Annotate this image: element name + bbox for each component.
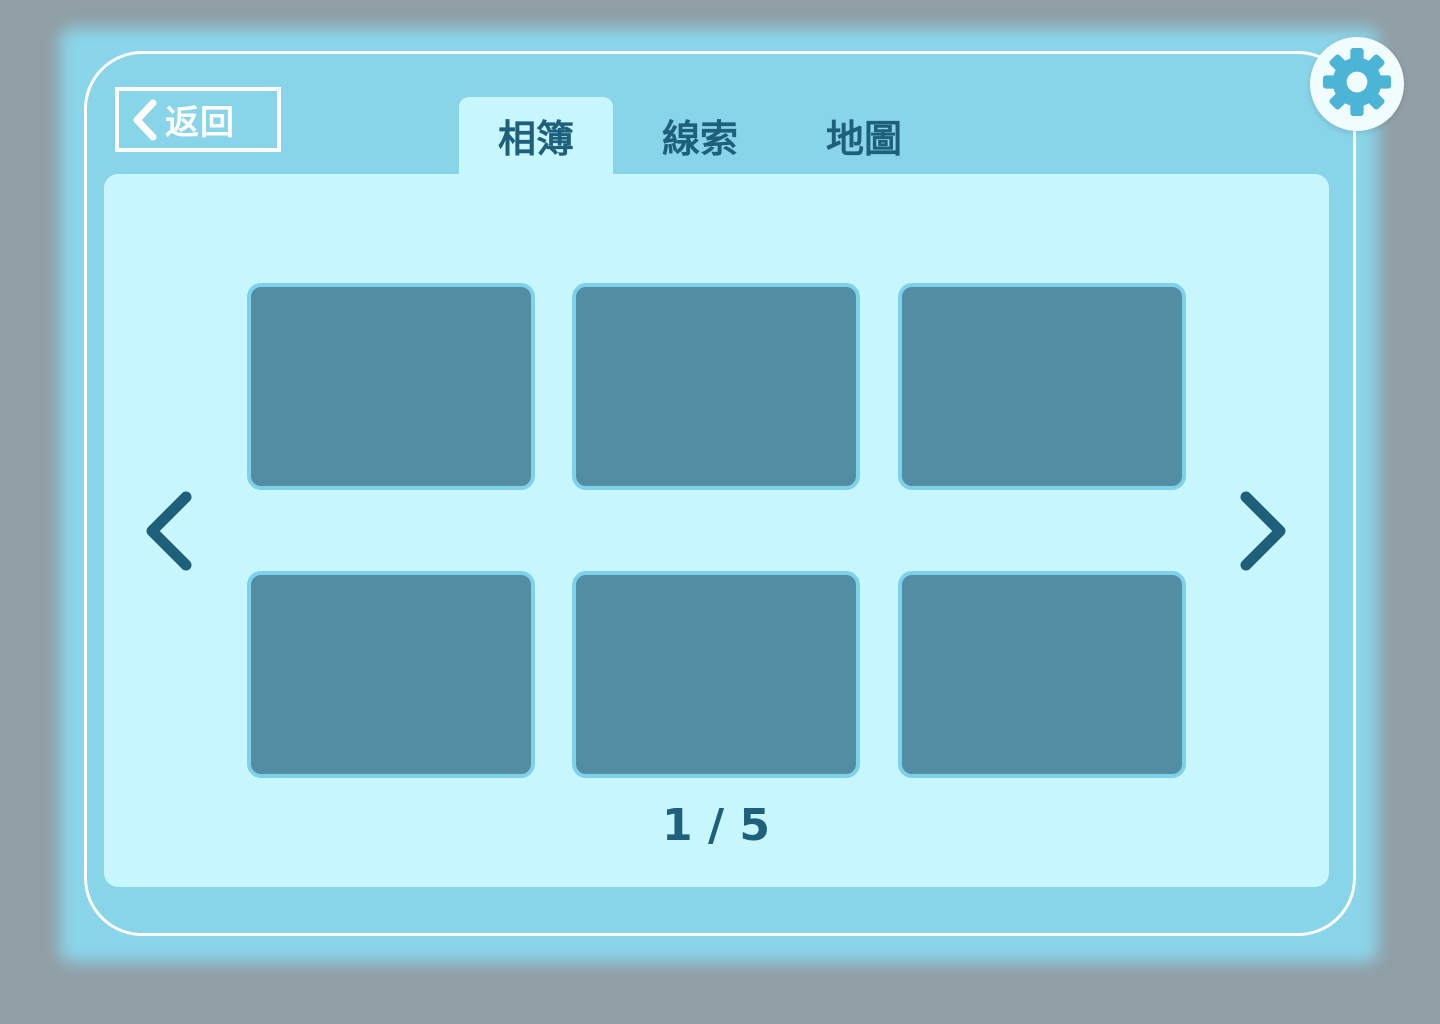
chevron-left-icon <box>140 491 200 578</box>
album-thumbnail-6[interactable] <box>898 571 1186 778</box>
chevron-left-icon <box>131 99 159 141</box>
tab-bar: 相簿 線索 地圖 <box>459 97 951 177</box>
album-thumbnail-3[interactable] <box>898 283 1186 490</box>
settings-button[interactable] <box>1310 37 1404 131</box>
album-thumbnail-4[interactable] <box>247 571 535 778</box>
prev-page-button[interactable] <box>140 488 200 578</box>
chevron-right-icon <box>1232 491 1292 578</box>
back-button-label: 返回 <box>165 103 235 143</box>
gear-icon <box>1320 45 1394 123</box>
album-thumbnail-1[interactable] <box>247 283 535 490</box>
next-page-button[interactable] <box>1232 488 1292 578</box>
tab-clues[interactable]: 線索 <box>623 97 777 177</box>
back-button[interactable]: 返回 <box>115 87 281 152</box>
album-content <box>104 174 1329 887</box>
album-thumbnail-2[interactable] <box>572 283 860 490</box>
album-thumbnail-5[interactable] <box>572 571 860 778</box>
tab-album[interactable]: 相簿 <box>459 97 613 177</box>
page-indicator: 1 / 5 <box>662 800 770 851</box>
tab-map[interactable]: 地圖 <box>787 97 941 177</box>
